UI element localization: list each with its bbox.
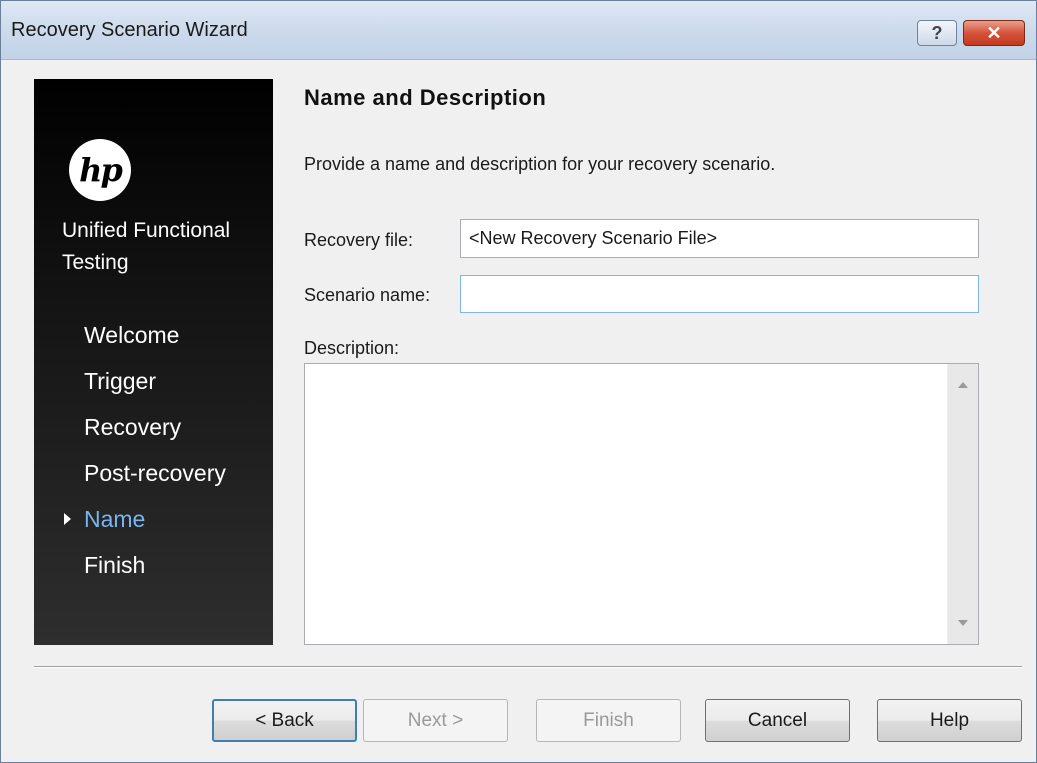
instruction-text: Provide a name and description for your … xyxy=(304,154,776,174)
cancel-button[interactable]: Cancel xyxy=(705,699,850,742)
next-button[interactable]: Next > xyxy=(363,699,508,742)
description-scrollbar[interactable] xyxy=(947,364,978,644)
step-welcome: Welcome xyxy=(84,322,180,348)
description-label: Description: xyxy=(304,338,400,358)
scenario-name-label: Scenario name: xyxy=(304,285,431,305)
step-name-label: Name xyxy=(84,506,146,532)
recovery-file-label: Recovery file: xyxy=(304,230,414,250)
scroll-down-arrow-icon[interactable] xyxy=(958,620,968,626)
hp-logo: hp xyxy=(69,139,131,201)
question-mark-icon: ? xyxy=(931,22,943,43)
description-textarea[interactable] xyxy=(305,364,948,644)
titlebar-close-button[interactable]: ✕ xyxy=(963,20,1025,46)
titlebar-help-button[interactable]: ? xyxy=(917,20,957,46)
step-recovery: Recovery xyxy=(84,414,182,440)
scenario-name-input[interactable] xyxy=(460,275,979,313)
wizard-window: Recovery Scenario Wizard ? ✕ hp Unified … xyxy=(0,0,1037,763)
hp-logo-text: hp xyxy=(79,151,123,189)
title-bar: Recovery Scenario Wizard ? ✕ xyxy=(1,1,1036,60)
window-title: Recovery Scenario Wizard xyxy=(11,19,248,41)
description-box xyxy=(304,363,979,645)
wizard-sidebar: hp Unified Functional Testing Welcome Tr… xyxy=(34,79,273,645)
step-post-recovery: Post-recovery xyxy=(84,460,226,486)
help-button[interactable]: Help xyxy=(877,699,1022,742)
recovery-file-field: <New Recovery Scenario File> xyxy=(460,219,979,258)
close-icon: ✕ xyxy=(986,22,1002,43)
step-trigger: Trigger xyxy=(84,368,156,394)
footer-divider xyxy=(34,666,1022,668)
current-step-arrow-icon xyxy=(64,513,71,525)
finish-button[interactable]: Finish xyxy=(536,699,681,742)
step-name: Name xyxy=(34,503,273,549)
page-heading: Name and Description xyxy=(304,85,547,110)
step-finish: Finish xyxy=(84,552,146,578)
back-button[interactable]: < Back xyxy=(212,699,357,742)
scroll-up-arrow-icon[interactable] xyxy=(958,382,968,388)
wizard-steps: Welcome Trigger Recovery Post-recovery N… xyxy=(34,319,273,595)
product-name: Unified Functional Testing xyxy=(62,219,231,274)
